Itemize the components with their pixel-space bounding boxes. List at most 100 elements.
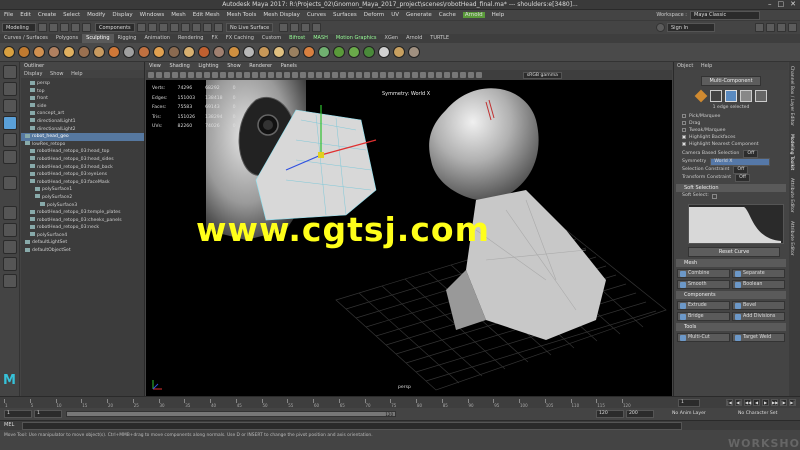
shelf-tab-fx-caching[interactable]: FX Caching [222,34,258,43]
menu-windows[interactable]: Windows [140,12,165,18]
selection-option-highlight-backfaces[interactable]: Highlight Backfaces [674,134,788,141]
viewport-tool-icon[interactable] [308,72,314,78]
combine-button[interactable]: Combine [677,269,730,278]
selection-option-tweak-marquee[interactable]: Tweak/Marquee [674,127,788,134]
menu-modify[interactable]: Modify [87,12,105,18]
outliner-item[interactable]: front [21,95,144,103]
checkbox-icon[interactable] [682,134,686,139]
viewport-tool-icon[interactable] [412,72,418,78]
playback-button[interactable]: ◀| [735,399,742,406]
shelf-tab-arnold[interactable]: Arnold [402,34,426,43]
playback-start-field[interactable]: 1 [34,410,62,418]
vertex-mode-icon[interactable] [710,90,722,102]
toolkit-menu-object[interactable]: Object [677,63,693,69]
playback-button[interactable]: ◀ [753,399,760,406]
outliner-item[interactable]: defaultLightSet [21,239,144,247]
color-space-dropdown[interactable]: sRGB gamma [522,71,562,79]
viewport-tool-icon[interactable] [372,72,378,78]
side-tab-attribute-editor[interactable]: Attribute Editor [789,174,794,217]
anim-layer-dropdown[interactable]: No Anim Layer [672,411,706,416]
shelf-tool-icon[interactable] [78,46,90,58]
save-scene-icon[interactable] [60,23,69,32]
shelf-tool-icon[interactable] [273,46,285,58]
checkbox-icon[interactable] [682,127,686,132]
menu-cache[interactable]: Cache [439,12,456,18]
viewport-tool-icon[interactable] [156,72,162,78]
outliner-item[interactable]: polySurface2 [21,194,144,202]
viewport-tool-icon[interactable] [292,72,298,78]
menu-edit-mesh[interactable]: Edit Mesh [193,12,220,18]
viewport-tool-icon[interactable] [388,72,394,78]
shelf-tab-turtle[interactable]: TURTLE [426,34,453,43]
outliner-item[interactable]: polySurface4 [21,232,144,240]
tools-header[interactable]: Tools [676,323,786,331]
viewport-tool-icon[interactable] [148,72,154,78]
separate-button[interactable]: Separate [732,269,785,278]
last-tool-icon[interactable] [2,176,17,190]
side-tab-channel-box[interactable]: Channel Box / Layer Editor [789,62,794,130]
persp-graph-layout-icon[interactable] [2,257,17,271]
tool-settings-toggle-icon[interactable] [777,23,786,32]
outliner-item[interactable]: robotHead_retopo_03:faceMask [21,179,144,187]
shelf-tool-icon[interactable] [288,46,300,58]
viewport-tool-icon[interactable] [276,72,282,78]
shelf-tool-icon[interactable] [408,46,420,58]
mode-dropdown[interactable]: Modeling [2,23,36,32]
rotate-tool-icon[interactable] [2,133,17,147]
viewport-tool-icon[interactable] [220,72,226,78]
viewport-menu-shading[interactable]: Shading [169,63,189,69]
viewport-menu-view[interactable]: View [149,63,161,69]
menu-mesh[interactable]: Mesh [171,12,185,18]
shelf-tool-icon[interactable] [228,46,240,58]
shelf-tool-icon[interactable] [168,46,180,58]
menu-generate[interactable]: Generate [406,12,432,18]
viewport-tool-icon[interactable] [380,72,386,78]
start-time-field[interactable]: 1 [4,410,32,418]
shelf-tool-icon[interactable] [18,46,30,58]
shelf-tool-icon[interactable] [363,46,375,58]
face-mode-icon[interactable] [740,90,752,102]
shelf-tool-icon[interactable] [333,46,345,58]
outliner-item[interactable]: side [21,103,144,111]
character-set-dropdown[interactable]: No Character Set [738,411,777,416]
hypershade-icon[interactable] [312,23,322,32]
viewport-tool-icon[interactable] [300,72,306,78]
object-mode-icon[interactable] [694,89,708,103]
channel-box-toggle-icon[interactable] [788,23,797,32]
add-divisions-button[interactable]: Add Divisions [732,312,785,321]
snap-view-plane-icon[interactable] [203,23,212,32]
menu-edit[interactable]: Edit [20,12,31,18]
viewport-tool-icon[interactable] [452,72,458,78]
extrude-button[interactable]: Extrude [677,301,730,310]
shelf-tab-sculpting[interactable]: Sculpting [82,34,114,43]
viewport-tool-icon[interactable] [396,72,402,78]
shelf-tab-fx[interactable]: FX [208,34,222,43]
reset-curve-button[interactable]: Reset Curve [688,247,780,257]
shelf-tool-icon[interactable] [393,46,405,58]
sign-in-icon[interactable] [656,23,665,32]
shelf-tab-curves-surfaces[interactable]: Curves / Surfaces [0,34,52,43]
shelf-tab-xgen[interactable]: XGen [381,34,403,43]
four-view-layout-icon[interactable] [2,223,17,237]
shelf-tab-custom[interactable]: Custom [258,34,285,43]
outliner-menu-display[interactable]: Display [24,71,42,77]
viewport-tool-icon[interactable] [356,72,362,78]
sign-in-button[interactable]: Sign In [667,23,715,32]
menu-deform[interactable]: Deform [364,12,384,18]
snap-grid-icon[interactable] [170,23,179,32]
shelf-tool-icon[interactable] [33,46,45,58]
outliner-item[interactable]: robotHead_retopo_03:head_back [21,164,144,172]
modeling-toolkit-toggle-icon[interactable] [755,23,764,32]
falloff-curve-graph[interactable] [688,204,784,244]
playback-button[interactable]: |▶ [780,399,787,406]
transform-constraint-dropdown[interactable]: Off [735,174,751,182]
shelf-tool-icon[interactable] [153,46,165,58]
make-live-icon[interactable] [214,23,223,32]
menu-help[interactable]: Help [492,12,505,18]
select-component-icon[interactable] [159,23,168,32]
viewport-tool-icon[interactable] [436,72,442,78]
menu-mesh-tools[interactable]: Mesh Tools [227,12,257,18]
undo-icon[interactable] [71,23,80,32]
playback-button[interactable]: ▶| [789,399,796,406]
shelf-tool-icon[interactable] [138,46,150,58]
